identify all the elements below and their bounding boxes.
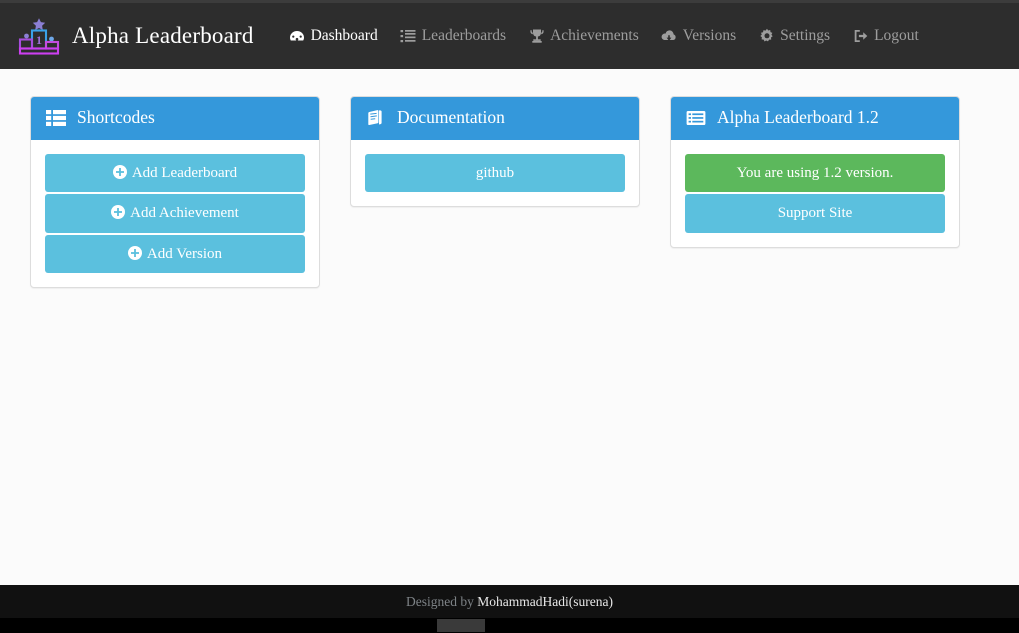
panel-shortcodes-body: Add Leaderboard Add Achievement Add Vers… bbox=[31, 140, 319, 287]
nav-item-label: Settings bbox=[780, 27, 831, 44]
panel-documentation-body: github bbox=[351, 140, 639, 206]
button-label: Add Achievement bbox=[130, 205, 239, 222]
panel-version-info-heading: Alpha Leaderboard 1.2 bbox=[671, 97, 959, 140]
nav-item-settings[interactable]: Settings bbox=[747, 27, 841, 45]
button-label: Support Site bbox=[777, 205, 853, 222]
podium-trophy-icon: 1 bbox=[16, 15, 62, 57]
svg-text:1: 1 bbox=[36, 33, 42, 47]
github-button[interactable]: github bbox=[365, 154, 625, 193]
panel-documentation-heading: Documentation bbox=[351, 97, 639, 140]
button-label: Add Version bbox=[146, 245, 223, 262]
nav-item-versions[interactable]: Versions bbox=[650, 27, 747, 45]
trophy-icon bbox=[528, 28, 545, 45]
nav-item-dashboard[interactable]: Dashboard bbox=[278, 27, 389, 45]
panel-documentation: Documentation github bbox=[350, 96, 640, 208]
button-label: github bbox=[475, 165, 515, 181]
button-label: Add Leaderboard bbox=[131, 165, 238, 181]
book-icon bbox=[365, 108, 387, 128]
button-label: You are using 1.2 version. bbox=[736, 165, 894, 181]
list-ol-icon bbox=[400, 28, 417, 45]
panel-title: Shortcodes bbox=[77, 107, 155, 128]
footer-credit: Designed by MohammadHadi(surena) bbox=[406, 594, 613, 610]
plus-circle-icon bbox=[111, 205, 126, 220]
nav-item-logout[interactable]: Logout bbox=[841, 27, 930, 45]
panel-shortcodes: Shortcodes Add Leaderboard Add Achieveme… bbox=[30, 96, 320, 288]
panel-title: Alpha Leaderboard 1.2 bbox=[717, 107, 879, 128]
dashboard-icon bbox=[289, 28, 306, 45]
sign-out-icon bbox=[852, 28, 869, 45]
nav-item-label: Achievements bbox=[550, 27, 639, 44]
plus-circle-icon bbox=[112, 165, 127, 179]
add-leaderboard-button[interactable]: Add Leaderboard bbox=[45, 154, 305, 193]
nav-item-label: Versions bbox=[682, 27, 737, 44]
add-version-button[interactable]: Add Version bbox=[45, 234, 305, 273]
support-site-button[interactable]: Support Site bbox=[685, 194, 945, 233]
cloud-download-icon bbox=[661, 28, 678, 45]
list-alt-icon bbox=[685, 108, 707, 128]
brand-link[interactable]: 1 Alpha Leaderboard bbox=[16, 3, 254, 69]
gear-icon bbox=[758, 28, 775, 45]
horizontal-scrollbar[interactable] bbox=[0, 618, 1019, 633]
main-content: Shortcodes Add Leaderboard Add Achieveme… bbox=[0, 69, 1019, 585]
th-list-icon bbox=[45, 108, 67, 128]
nav-item-label: Dashboard bbox=[310, 27, 378, 44]
panel-title: Documentation bbox=[397, 107, 505, 128]
footer-author: MohammadHadi(surena) bbox=[477, 593, 613, 609]
plus-circle-icon bbox=[127, 245, 142, 260]
brand-title: Alpha Leaderboard bbox=[72, 23, 254, 48]
panel-version-info-body: You are using 1.2 version. Support Site bbox=[671, 140, 959, 247]
scrollbar-thumb[interactable] bbox=[437, 619, 485, 632]
panel-version-info: Alpha Leaderboard 1.2 You are using 1.2 … bbox=[670, 96, 960, 248]
nav-menu: Dashboard Leaderboards Achievements Vers… bbox=[278, 3, 930, 69]
panel-shortcodes-heading: Shortcodes bbox=[31, 97, 319, 140]
nav-item-label: Leaderboards bbox=[421, 27, 507, 44]
current-version-status-button[interactable]: You are using 1.2 version. bbox=[685, 154, 945, 193]
nav-item-leaderboards[interactable]: Leaderboards bbox=[389, 27, 517, 45]
add-achievement-button[interactable]: Add Achievement bbox=[45, 194, 305, 233]
nav-item-label: Logout bbox=[874, 27, 919, 44]
nav-item-achievements[interactable]: Achievements bbox=[517, 27, 650, 45]
page-footer: Designed by MohammadHadi(surena) bbox=[0, 585, 1019, 618]
footer-prefix: Designed by bbox=[406, 593, 478, 609]
top-navbar: 1 Alpha Leaderboard Dashboard Leaderboar… bbox=[0, 0, 1019, 69]
panel-row: Shortcodes Add Leaderboard Add Achieveme… bbox=[0, 69, 1019, 288]
